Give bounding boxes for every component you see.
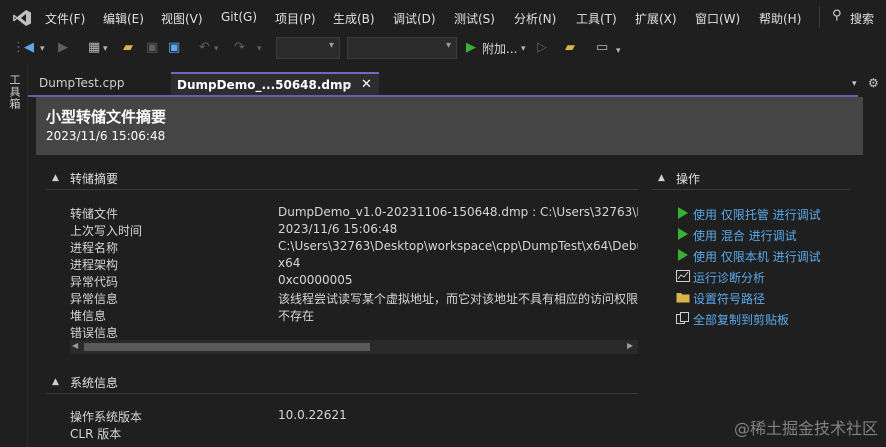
tab-dump-file[interactable]: DumpDemo_...50648.dmp ⊸ ✕ bbox=[171, 72, 379, 96]
run-diagnostics-link[interactable]: 运行诊断分析 bbox=[693, 269, 765, 286]
dump-file-value: DumpDemo_v1.0-20231106-150648.dmp : C:\U… bbox=[278, 205, 638, 219]
menu-debug[interactable]: 调试(D) bbox=[393, 10, 436, 27]
forward-icon[interactable]: ▶ bbox=[58, 40, 68, 55]
scroll-left-icon[interactable]: ◀ bbox=[72, 341, 78, 350]
search-icon[interactable]: ⚲ bbox=[832, 8, 842, 23]
clr-version-label: CLR 版本 bbox=[70, 427, 122, 441]
collapse-caret-icon[interactable]: ▲ bbox=[658, 173, 665, 183]
menu-git[interactable]: Git(G) bbox=[221, 10, 257, 24]
undo-dropdown-icon[interactable]: ▾ bbox=[214, 44, 219, 54]
new-project-icon[interactable]: ▦ bbox=[88, 40, 100, 55]
exception-code-value: 0xc0000005 bbox=[278, 273, 353, 287]
start-debug-icon[interactable]: ▶ bbox=[466, 40, 476, 55]
page-title: 小型转储文件摘要 bbox=[46, 108, 167, 126]
visual-studio-logo-icon[interactable] bbox=[12, 9, 32, 27]
menu-extensions[interactable]: 扩展(X) bbox=[635, 10, 677, 27]
solution-config-dropdown[interactable]: ▾ bbox=[276, 37, 340, 59]
menu-tools[interactable]: 工具(T) bbox=[576, 10, 617, 27]
redo-icon[interactable]: ↷ bbox=[234, 40, 245, 55]
section-divider bbox=[46, 393, 638, 394]
side-tool-strip bbox=[0, 64, 28, 447]
debug-native-only-link[interactable]: 使用 仅限本机 进行调试 bbox=[693, 248, 821, 265]
tab-list-dropdown-icon[interactable]: ▾ bbox=[852, 79, 857, 89]
tab-label: DumpDemo_...50648.dmp bbox=[177, 78, 352, 92]
dump-summary-heading[interactable]: 转储摘要 bbox=[70, 170, 118, 187]
save-all-icon[interactable]: ▣ bbox=[168, 40, 180, 55]
toolbar-overflow-icon[interactable]: ▾ bbox=[616, 46, 621, 56]
menu-view[interactable]: 视图(V) bbox=[161, 10, 203, 27]
os-version-label: 操作系统版本 bbox=[70, 410, 143, 424]
menu-project[interactable]: 项目(P) bbox=[275, 10, 316, 27]
page-date: 2023/11/6 15:06:48 bbox=[46, 129, 166, 143]
gear-icon[interactable]: ⚙ bbox=[868, 76, 879, 90]
menu-analyze[interactable]: 分析(N) bbox=[514, 10, 556, 27]
actions-heading[interactable]: 操作 bbox=[676, 170, 700, 187]
scrollbar-thumb[interactable] bbox=[84, 343, 370, 351]
scroll-right-icon[interactable]: ▶ bbox=[627, 341, 633, 350]
play-icon bbox=[678, 228, 688, 240]
folder-icon bbox=[676, 293, 690, 303]
debug-managed-only-link[interactable]: 使用 仅限托管 进行调试 bbox=[693, 206, 821, 223]
process-name-label: 进程名称 bbox=[70, 241, 119, 255]
watermark: @稀土掘金技术社区 bbox=[733, 419, 878, 438]
chevron-down-icon: ▾ bbox=[445, 40, 451, 51]
os-version-value: 10.0.22621 bbox=[278, 408, 347, 422]
close-icon[interactable]: ✕ bbox=[361, 77, 372, 92]
collapse-caret-icon[interactable]: ▲ bbox=[52, 377, 59, 387]
heap-info-value: 不存在 bbox=[278, 309, 315, 323]
play-icon bbox=[678, 207, 688, 219]
menu-window[interactable]: 窗口(W) bbox=[695, 10, 740, 27]
copy-all-link[interactable]: 全部复制到剪贴板 bbox=[693, 311, 789, 328]
collapse-caret-icon[interactable]: ▲ bbox=[52, 173, 59, 183]
vertical-scrollbar[interactable] bbox=[865, 97, 886, 447]
process-arch-value: x64 bbox=[278, 256, 301, 270]
attach-dropdown-icon[interactable]: ▾ bbox=[521, 44, 526, 54]
process-name-value: C:\Users\32763\Desktop\workspace\cpp\Dum… bbox=[278, 239, 638, 253]
diagnostics-icon bbox=[676, 270, 690, 282]
back-dropdown-icon[interactable]: ▾ bbox=[40, 44, 45, 54]
set-symbol-path-link[interactable]: 设置符号路径 bbox=[693, 290, 765, 307]
menu-edit[interactable]: 编辑(E) bbox=[103, 10, 144, 27]
exception-info-value: 该线程尝试读写某个虚拟地址，而它对该地址不具有相应的访问权限。 bbox=[278, 292, 638, 306]
search-button[interactable]: 搜索 bbox=[850, 10, 874, 27]
heap-info-label: 堆信息 bbox=[70, 309, 107, 323]
browse-folder-icon[interactable]: ▰ bbox=[565, 40, 575, 55]
start-without-debug-icon[interactable]: ▷ bbox=[537, 40, 547, 55]
tab-dumptest-cpp[interactable]: DumpTest.cpp bbox=[31, 72, 171, 95]
dump-file-label: 转储文件 bbox=[70, 207, 119, 221]
new-dropdown-icon[interactable]: ▾ bbox=[103, 44, 108, 54]
process-arch-label: 进程架构 bbox=[70, 258, 119, 272]
toolbox-tab[interactable]: 工具箱 bbox=[8, 74, 22, 110]
open-folder-icon[interactable]: ▰ bbox=[123, 40, 133, 55]
back-icon[interactable]: ◀ bbox=[24, 40, 34, 55]
redo-dropdown-icon[interactable]: ▾ bbox=[257, 44, 262, 54]
copy-icon bbox=[676, 312, 689, 324]
menu-separator bbox=[819, 6, 820, 28]
pin-icon[interactable]: ⊸ bbox=[343, 79, 351, 90]
undo-icon[interactable]: ↶ bbox=[199, 40, 210, 55]
play-icon bbox=[678, 249, 688, 261]
error-info-label: 错误信息 bbox=[70, 326, 119, 340]
section-divider bbox=[46, 189, 638, 190]
menu-file[interactable]: 文件(F) bbox=[45, 10, 85, 27]
menu-build[interactable]: 生成(B) bbox=[333, 10, 375, 27]
exception-info-label: 异常信息 bbox=[70, 292, 119, 306]
system-info-heading[interactable]: 系统信息 bbox=[70, 374, 118, 391]
last-write-time-label: 上次写入时间 bbox=[70, 224, 143, 238]
attach-button[interactable]: 附加... bbox=[482, 40, 517, 57]
debug-mixed-link[interactable]: 使用 混合 进行调试 bbox=[693, 227, 797, 244]
exception-code-label: 异常代码 bbox=[70, 275, 119, 289]
chevron-down-icon: ▾ bbox=[328, 40, 334, 51]
last-write-time-value: 2023/11/6 15:06:48 bbox=[278, 222, 398, 236]
menu-help[interactable]: 帮助(H) bbox=[759, 10, 801, 27]
window-layout-icon[interactable]: ▭ bbox=[596, 40, 608, 55]
section-divider bbox=[652, 189, 850, 190]
solution-platform-dropdown[interactable]: ▾ bbox=[347, 37, 457, 59]
menu-test[interactable]: 测试(S) bbox=[454, 10, 495, 27]
save-icon[interactable]: ▣ bbox=[146, 40, 158, 55]
